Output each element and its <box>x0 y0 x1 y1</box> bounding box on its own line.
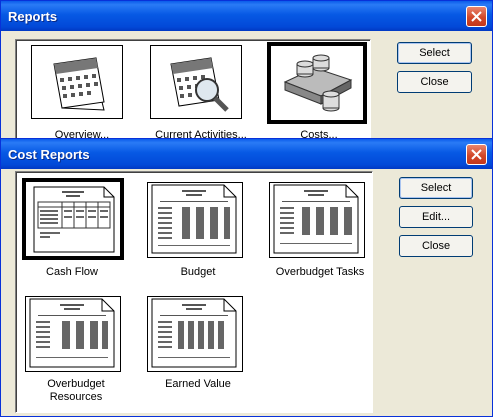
cost-reports-title: Cost Reports <box>8 147 90 162</box>
cost-edit-button[interactable]: Edit... <box>399 206 473 228</box>
budget-label: Budget <box>180 266 216 278</box>
calendar-magnifier-icon <box>170 57 229 112</box>
calendar-icon <box>53 57 105 111</box>
earned-value-label: Earned Value <box>165 378 231 390</box>
overbudget-resources-label: Overbudget Resources <box>47 378 105 403</box>
cost-close-button[interactable]: Close <box>399 235 473 257</box>
cash-flow-label: Cash Flow <box>46 266 98 278</box>
cost-reports-dialog: Cost Reports Cash Flow Budget Overbudget… <box>0 138 493 417</box>
table-report-icon <box>33 186 115 253</box>
reports-titlebar[interactable]: Reports <box>1 1 492 31</box>
current-activities-frame <box>150 45 242 119</box>
document-report-icon <box>29 298 115 368</box>
reports-tile-panel: Overview... Current Activities... Costs.… <box>15 39 371 143</box>
overbudget-tasks-label: Overbudget Tasks <box>275 266 365 278</box>
coins-icon <box>283 54 353 112</box>
document-report-icon <box>151 298 237 368</box>
budget-frame <box>147 182 243 258</box>
document-report-icon <box>151 184 237 254</box>
reports-dialog: Reports Overview... Current Activities..… <box>0 0 493 143</box>
overbudget-tasks-frame <box>269 182 365 258</box>
cost-reports-close-icon[interactable] <box>466 144 487 165</box>
earned-value-frame <box>147 296 243 372</box>
reports-close-button[interactable]: Close <box>397 71 472 93</box>
overview-frame <box>31 45 123 119</box>
costs-frame <box>267 42 367 124</box>
cost-select-button[interactable]: Select <box>399 177 473 199</box>
cost-reports-tile-panel: Cash Flow Budget Overbudget Tasks Overbu… <box>15 171 373 413</box>
overbudget-resources-frame <box>25 296 121 372</box>
reports-close-icon[interactable] <box>466 6 487 27</box>
cost-reports-titlebar[interactable]: Cost Reports <box>1 139 492 169</box>
reports-title: Reports <box>8 9 58 24</box>
reports-select-button[interactable]: Select <box>397 42 472 64</box>
document-report-icon <box>273 184 359 254</box>
cash-flow-frame <box>22 178 124 260</box>
